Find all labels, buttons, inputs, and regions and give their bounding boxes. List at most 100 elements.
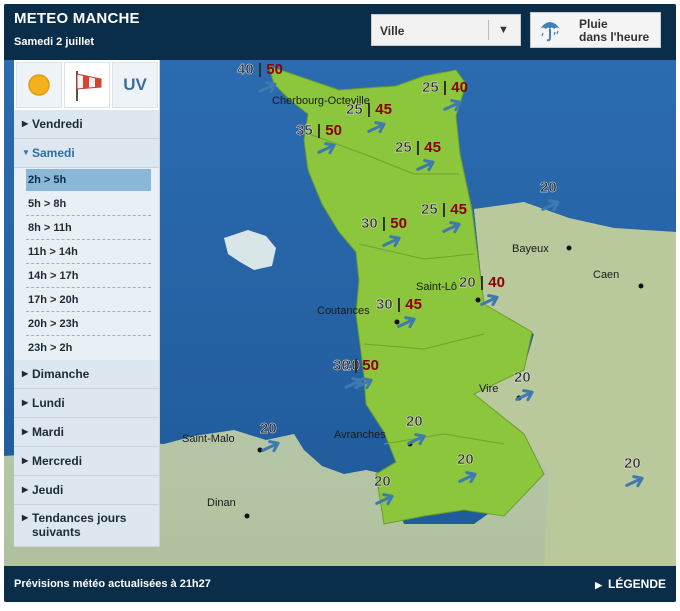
wind-speed: 30 <box>333 357 350 374</box>
wind-value: 20 <box>624 455 641 472</box>
city-dot <box>638 283 644 289</box>
time-slot-label: 2h > 5h <box>28 174 67 186</box>
time-slot[interactable]: 5h > 8h <box>14 192 159 216</box>
wind-gust: 45 <box>450 201 467 218</box>
wind-value: 40 | 50 <box>237 61 283 78</box>
day-samedi[interactable]: ▼ Samedi <box>14 139 159 168</box>
play-icon: ▶ <box>595 580 602 590</box>
wind-separator: | <box>439 79 452 96</box>
city-label: Vire <box>479 383 498 395</box>
wind-value: 25 | 45 <box>421 201 467 218</box>
day-dimanche[interactable]: ▶ Dimanche <box>14 360 159 389</box>
wind-gust: 50 <box>325 122 342 139</box>
wind-value: 20 <box>260 420 277 437</box>
day-jeudi[interactable]: ▶ Jeudi <box>14 476 159 505</box>
chevron-right-icon: ▶ <box>22 369 29 378</box>
wind-gust: 40 <box>451 79 468 96</box>
wind-separator: | <box>412 139 425 156</box>
chevron-right-icon: ▶ <box>22 456 29 465</box>
wind-value: 20 <box>514 369 531 386</box>
legend-label: LÉGENDE <box>607 577 666 591</box>
wind-speed: 30 <box>361 215 378 232</box>
day-list: ▶ Vendredi ▼ Samedi 2h > 5h 5h > 8h 8h >… <box>14 110 159 547</box>
rain-next-hour-button[interactable]: Pluie dans l'heure <box>530 12 661 48</box>
wind-value: 20 <box>457 451 474 468</box>
time-slot[interactable]: 11h > 14h <box>14 240 159 264</box>
wind-value: 30 | 45 <box>376 296 422 313</box>
city-label: Bayeux <box>512 243 549 255</box>
time-slot-label: 8h > 11h <box>28 222 72 234</box>
time-slot[interactable]: 2h > 5h <box>14 168 159 192</box>
update-text: Prévisions météo actualisées à 21h27 <box>14 578 211 590</box>
city-label: Coutances <box>317 305 370 317</box>
day-label: Tendances jours suivants <box>32 511 126 539</box>
day-lundi[interactable]: ▶ Lundi <box>14 389 159 418</box>
wind-speed: 20 <box>624 455 641 472</box>
wind-value: 20 <box>374 473 391 490</box>
day-label-line1: Tendances jours <box>32 511 127 525</box>
wind-speed: 25 <box>346 101 363 118</box>
wind-separator: | <box>378 215 391 232</box>
time-slot-label: 20h > 23h <box>28 318 79 330</box>
time-slot[interactable]: 23h > 2h <box>14 336 159 360</box>
city-dot <box>566 245 572 251</box>
wind-value: 30 | 50 <box>333 357 379 374</box>
day-label: Dimanche <box>32 367 90 381</box>
time-slot[interactable]: 17h > 20h <box>14 288 159 312</box>
wind-gust: 50 <box>362 357 379 374</box>
day-tendances[interactable]: ▶ Tendances jours suivants <box>14 505 159 547</box>
city-select[interactable]: Ville ▼ <box>371 14 521 46</box>
time-slot-list: 2h > 5h 5h > 8h 8h > 11h 11h > 14h 14h >… <box>14 168 159 360</box>
wind-speed: 20 <box>514 369 531 386</box>
time-slot-label: 23h > 2h <box>28 342 73 354</box>
wind-speed: 20 <box>374 473 391 490</box>
day-mercredi[interactable]: ▶ Mercredi <box>14 447 159 476</box>
sun-icon <box>28 74 50 96</box>
wind-value: 30 | 50 <box>361 215 407 232</box>
wind-separator: | <box>254 61 267 78</box>
sidebar: UV ▶ Vendredi ▼ Samedi 2h > 5h 5h > 8h 8… <box>14 60 160 547</box>
page-date: Samedi 2 juillet <box>14 36 95 48</box>
wind-separator: | <box>438 201 451 218</box>
wind-speed: 20 <box>457 451 474 468</box>
wind-separator: | <box>350 357 363 374</box>
wind-gust: 50 <box>266 61 283 78</box>
city-label: Dinan <box>207 497 236 509</box>
wind-gust: 50 <box>390 215 407 232</box>
day-mardi[interactable]: ▶ Mardi <box>14 418 159 447</box>
tab-uv[interactable]: UV <box>112 62 158 108</box>
day-label-line2: suivants <box>32 525 81 539</box>
city-label: Avranches <box>334 429 386 441</box>
wind-value: 25 | 45 <box>395 139 441 156</box>
day-label: Vendredi <box>32 117 83 131</box>
wind-speed: 35 <box>296 122 313 139</box>
page-title: METEO MANCHE <box>14 10 140 27</box>
tab-bar: UV <box>14 60 159 110</box>
time-slot[interactable]: 8h > 11h <box>14 216 159 240</box>
day-vendredi[interactable]: ▶ Vendredi <box>14 110 159 139</box>
wind-speed: 20 <box>406 413 423 430</box>
city-dot <box>394 319 400 325</box>
tab-wind[interactable] <box>64 62 110 108</box>
time-slot-label: 5h > 8h <box>28 198 67 210</box>
wind-speed: 25 <box>395 139 412 156</box>
umbrella-icon <box>540 22 560 42</box>
windsock-icon <box>76 71 102 101</box>
city-label: Saint-Malo <box>182 433 235 445</box>
rain-button-line2: dans l'heure <box>579 30 650 44</box>
tab-weather[interactable] <box>16 62 62 108</box>
day-label: Lundi <box>32 396 65 410</box>
day-label: Mardi <box>32 425 65 439</box>
wind-separator: | <box>393 296 406 313</box>
header-bar: METEO MANCHE Samedi 2 juillet Ville ▼ Pl… <box>4 4 676 60</box>
chevron-right-icon: ▶ <box>22 485 29 494</box>
wind-gust: 45 <box>405 296 422 313</box>
footer-bar: Prévisions météo actualisées à 21h27 ▶ LÉ… <box>4 566 676 602</box>
wind-gust: 40 <box>488 274 505 291</box>
wind-speed: 30 <box>376 296 393 313</box>
time-slot[interactable]: 14h > 17h <box>14 264 159 288</box>
time-slot[interactable]: 20h > 23h <box>14 312 159 336</box>
time-slot-label: 14h > 17h <box>28 270 79 282</box>
city-select-value: Ville <box>380 24 405 38</box>
legend-button[interactable]: ▶ LÉGENDE <box>595 577 666 591</box>
